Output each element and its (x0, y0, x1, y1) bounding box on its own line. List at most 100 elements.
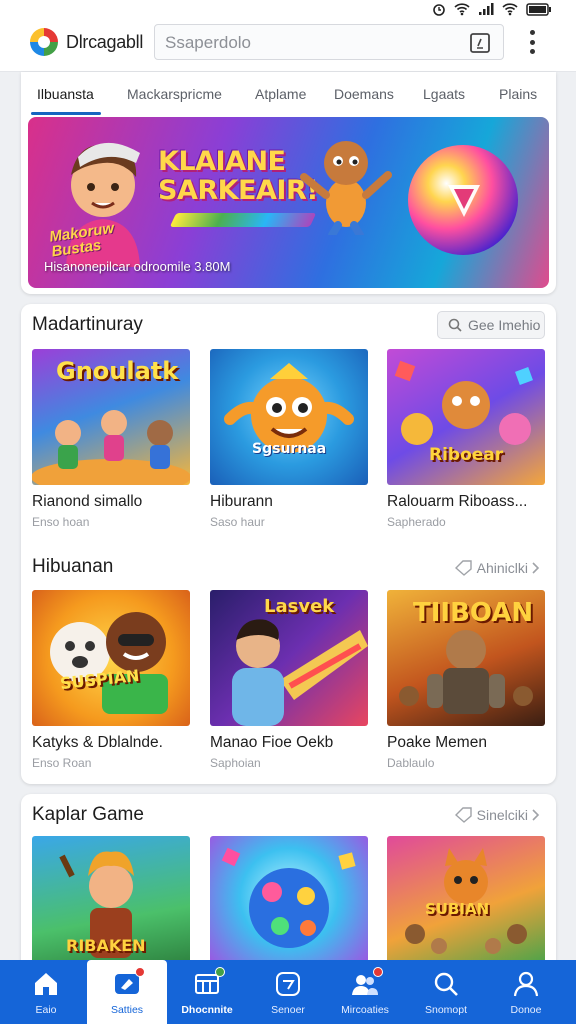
game-card[interactable]: Lasvek Manao Fioe Oekb Saphoian (210, 590, 368, 770)
game-subtitle: Enso hoan (32, 515, 90, 529)
grid-icon (193, 967, 225, 998)
game-art-title: RIBAKEN (66, 936, 146, 955)
tab-ilbuansta[interactable]: Ilbuansta (37, 86, 94, 102)
game-art-title: Sgsurnaa (252, 441, 327, 457)
nav-label: Snomopt (424, 1004, 468, 1016)
game-card[interactable]: SUBIAN (387, 836, 545, 972)
game-art-title: TIIBOAN (413, 598, 534, 628)
dot-icon (529, 39, 535, 45)
search-icon (434, 972, 458, 996)
nav-item-satties[interactable]: Satties (87, 960, 167, 1024)
games-section-card: Kaplar Game Sinelciki RIBAKEN SUBIAN (21, 794, 556, 974)
tab-mackarspricme[interactable]: Mackarspricme (127, 86, 222, 102)
chevron-right-icon (532, 809, 540, 821)
game-subtitle: Dablaulo (387, 756, 435, 770)
tab-plains[interactable]: Plains (499, 86, 537, 102)
bottom-navigation: Eaio Satties Dhocnnite Senoer Mircoaties… (0, 960, 576, 1024)
search-action-icon[interactable] (469, 32, 491, 54)
nav-item-dhocnnite[interactable]: Dhocnnite (167, 960, 247, 1024)
tag-icon (113, 967, 145, 998)
orange-monster-art (224, 363, 354, 453)
nav-item-donoe[interactable]: Donoe (486, 960, 566, 1024)
game-title: Rianond simallo (32, 493, 143, 510)
overflow-menu-button[interactable] (528, 30, 536, 54)
section-title-kaplar-game: Kaplar Game (32, 804, 144, 825)
game-thumbnail: TIIBOAN (387, 590, 545, 726)
wifi-secondary-icon (502, 3, 518, 16)
status-icons (432, 2, 552, 16)
nav-label: Eaio (35, 1004, 57, 1016)
game-thumbnail: SUBIAN (387, 836, 545, 972)
section-title-hibuanan: Hibuanan (32, 556, 114, 577)
section-see-all-link[interactable]: Sinelciki (454, 807, 540, 823)
game-card[interactable]: Riboear Ralouarm Riboass... Sapherado (387, 349, 545, 529)
game-thumbnail: SUSPIAN (32, 590, 190, 726)
wifi-icon (454, 3, 470, 16)
game-card[interactable]: TIIBOAN Poake Memen Dablaulo (387, 590, 545, 770)
game-card[interactable]: Sgsurnaa Hiburann Saso haur (210, 349, 368, 529)
bear-and-kid-art (50, 612, 168, 714)
see-all-label: Sinelciki (476, 807, 528, 823)
game-card[interactable]: RIBAKEN (32, 836, 190, 972)
status-bar (0, 0, 576, 20)
game-thumbnail: Sgsurnaa (210, 349, 368, 485)
play-arrow-icon (448, 185, 480, 217)
nav-label: Dhocnnite (181, 1004, 233, 1016)
chat-icon (276, 972, 300, 996)
tab-atplame[interactable]: Atplame (255, 86, 306, 102)
featured-card: Ilbuansta Mackarspricme Atplame Doemans … (21, 72, 556, 294)
app-logo (30, 28, 58, 56)
notification-badge (215, 967, 225, 977)
game-subtitle: Saso haur (210, 515, 265, 529)
hero-rainbow-stripe (169, 213, 317, 227)
see-more-label: Gee Imehio (468, 317, 541, 333)
game-card[interactable] (210, 836, 368, 972)
game-thumbnail: RIBAKEN (32, 836, 190, 972)
search-bar[interactable] (154, 24, 504, 60)
game-title: Poake Memen (387, 734, 487, 751)
section-see-all-link[interactable]: Ahiniclki (454, 560, 540, 576)
game-thumbnail: Riboear (387, 349, 545, 485)
battery-icon (526, 2, 551, 16)
nav-item-senoer[interactable]: Senoer (248, 960, 328, 1024)
game-title: Ralouarm Riboass... (387, 493, 528, 510)
category-tabs: Ilbuansta Mackarspricme Atplame Doemans … (21, 72, 556, 116)
nav-label: Satties (110, 1004, 144, 1016)
game-art-title: Lasvek (264, 596, 335, 617)
game-card[interactable]: Gnoulatk Rianond simallo Enso hoan (32, 349, 190, 529)
nav-item-home[interactable]: Eaio (6, 960, 86, 1024)
game-card[interactable]: SUSPIAN Katyks & Dblalnde. Enso Roan (32, 590, 190, 770)
game-title: Katyks & Dblalnde. (32, 734, 163, 751)
hero-banner[interactable]: KLAIANE SARKEAIR! Makoruw Bustas Hisanon… (28, 117, 549, 288)
tab-doemans[interactable]: Doemans (334, 86, 394, 102)
chevron-right-icon (532, 562, 540, 574)
app-title: Dlrcagabll (66, 32, 144, 52)
see-more-button[interactable]: Gee Imehio (437, 311, 545, 339)
active-tab-indicator (31, 112, 101, 115)
tag-icon (454, 807, 472, 823)
game-title: Hiburann (210, 493, 273, 510)
game-thumbnail: Gnoulatk (32, 349, 190, 485)
games-section-card: Madartinuray Gee Imehio Gnoulatk Rianond… (21, 304, 556, 784)
nav-label: Mircoaties (341, 1004, 389, 1016)
person-icon (513, 971, 539, 997)
nav-label: Donoe (510, 1004, 542, 1016)
people-icon (351, 967, 383, 998)
home-icon (35, 973, 57, 995)
app-bar: Dlrcagabll (0, 20, 576, 72)
hero-caption: Hisanonepilcar odroomile 3.80M (44, 259, 231, 274)
game-subtitle: Enso Roan (32, 756, 92, 770)
search-input[interactable] (165, 31, 455, 55)
notification-badge (135, 967, 145, 977)
colorful-ball-art (221, 847, 356, 948)
dot-icon (529, 49, 535, 54)
tab-lgaats[interactable]: Lgaats (423, 86, 465, 102)
nav-item-mircoaties[interactable]: Mircoaties (325, 960, 405, 1024)
nav-item-snomopt[interactable]: Snomopt (406, 960, 486, 1024)
see-all-label: Ahiniclki (476, 560, 528, 576)
section-title-madartinuray: Madartinuray (32, 314, 143, 335)
hero-character-mascot (300, 141, 392, 235)
search-icon (448, 318, 462, 332)
signal-icon (479, 3, 494, 15)
notification-badge (373, 967, 383, 977)
